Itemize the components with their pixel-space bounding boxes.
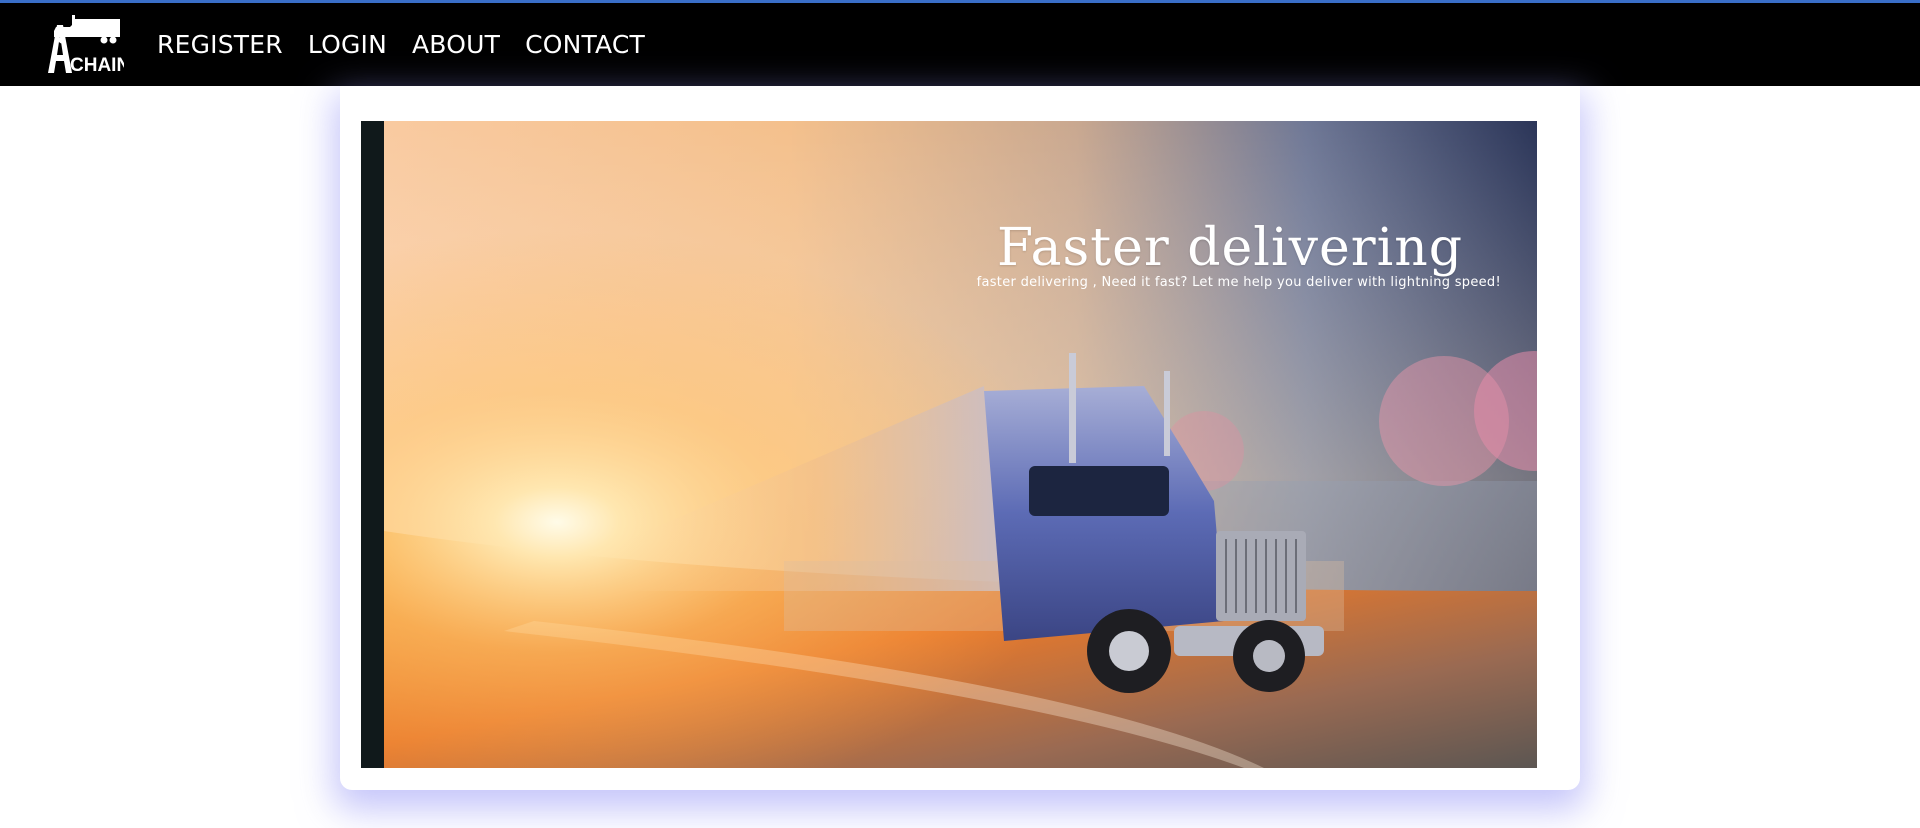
nav-about-link[interactable]: ABOUT <box>412 30 500 59</box>
nav-register-link[interactable]: REGISTER <box>157 30 283 59</box>
main-nav: REGISTER LOGIN ABOUT CONTACT <box>157 3 645 86</box>
navbar: CHAIN REGISTER LOGIN ABOUT CONTACT <box>0 3 1920 86</box>
truck-logo-icon: CHAIN <box>48 15 130 76</box>
hero-subtitle: faster delivering , Need it fast? Let me… <box>976 275 1501 290</box>
nav-login-link[interactable]: LOGIN <box>308 30 387 59</box>
hero-banner: Faster delivering faster delivering , Ne… <box>361 121 1537 768</box>
logo-wordmark: CHAIN <box>70 55 124 75</box>
hero-title: Faster delivering <box>996 217 1463 278</box>
achain-logo[interactable]: CHAIN <box>46 13 130 76</box>
nav-contact-link[interactable]: CONTACT <box>525 30 645 59</box>
hero-card: Faster delivering faster delivering , Ne… <box>340 86 1580 790</box>
